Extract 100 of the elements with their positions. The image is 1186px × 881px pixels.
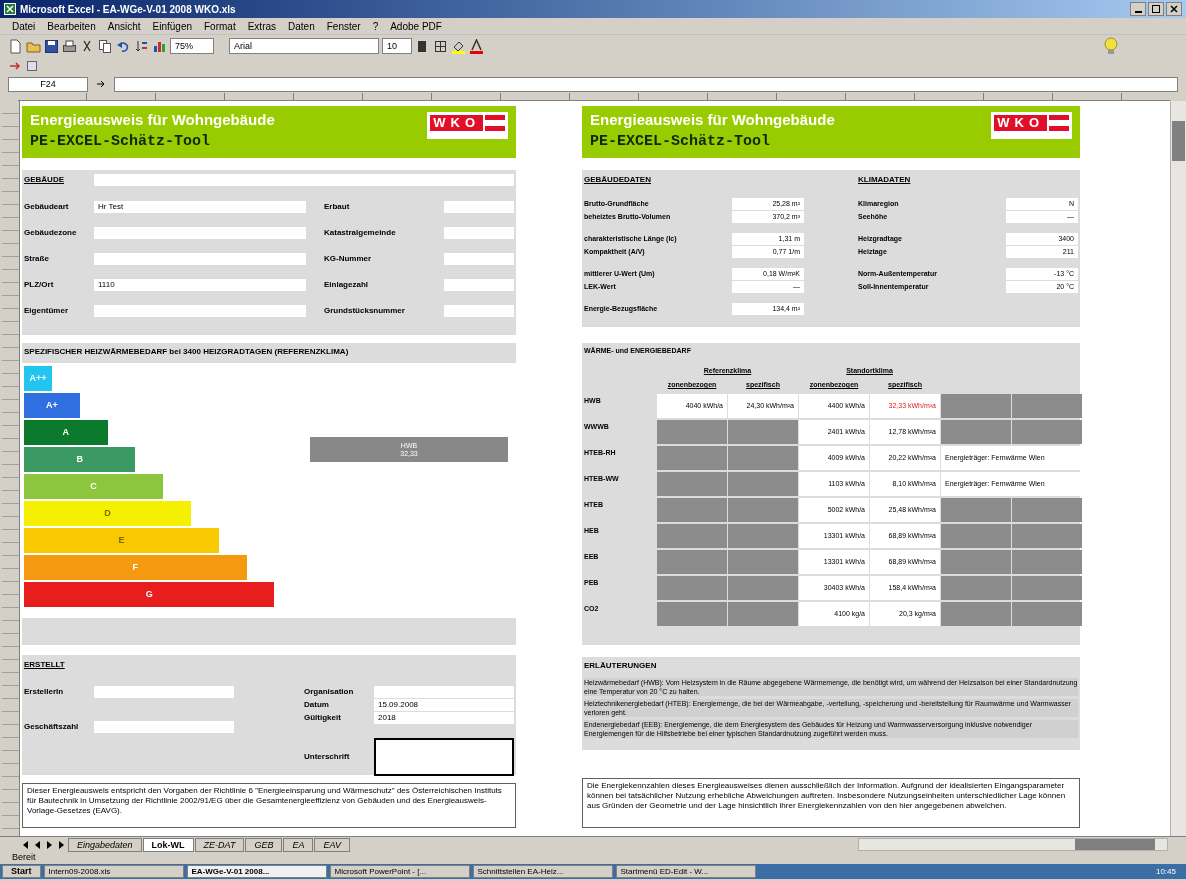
input-field[interactable]: [374, 685, 514, 698]
input-field[interactable]: 15.09.2008: [374, 698, 514, 711]
section-heading: GEBÄUDE: [24, 174, 65, 186]
tool-icon[interactable]: [25, 59, 39, 73]
field-label: Katastralgemeinde: [324, 226, 397, 239]
menu-item[interactable]: Ansicht: [107, 18, 141, 34]
taskbar-button[interactable]: Intern09-2008.xls: [43, 865, 184, 878]
input-field[interactable]: [444, 200, 514, 213]
close-button[interactable]: [1166, 2, 1182, 16]
sort-icon[interactable]: [134, 38, 149, 54]
field-label: Erbaut: [324, 200, 351, 213]
logo: WKO: [427, 112, 508, 139]
field-label: KG-Nummer: [324, 252, 373, 265]
field-label: Gebäudeart: [24, 200, 70, 213]
font-color-icon[interactable]: [469, 38, 484, 54]
menu-item[interactable]: Bearbeiten: [47, 18, 96, 34]
input-field[interactable]: [94, 226, 306, 239]
energy-class-bar: G: [24, 582, 275, 607]
energy-class-bar: A+: [24, 393, 80, 418]
sheet-tab[interactable]: EAV: [314, 837, 350, 852]
taskbar-button[interactable]: EA-WGe-V-01 2008...: [186, 865, 327, 878]
input-field[interactable]: Hr Test: [94, 200, 306, 213]
field-label: Gebäudezone: [24, 226, 78, 239]
field-label: ErstellerIn: [24, 685, 65, 698]
formula-field[interactable]: [114, 76, 1178, 92]
input-field[interactable]: [444, 304, 514, 317]
function-arrow-icon: [96, 79, 106, 89]
section-heading: ERLÄUTERUNGEN: [584, 660, 658, 672]
sheet-tab[interactable]: GEB: [245, 837, 283, 852]
name-box[interactable]: F24: [8, 76, 88, 92]
start-button[interactable]: Start: [2, 865, 41, 878]
field-label: Gültigkeit: [304, 711, 342, 724]
menu-item[interactable]: ?: [372, 18, 379, 34]
borders-icon[interactable]: [433, 38, 448, 54]
section-heading: SPEZIFISCHER HEIZWÄRMEBEDARF bei 3400 HEIZGRADTAGEN (REFERENZKLIMA): [23, 346, 350, 358]
energy-class-bar: F: [24, 555, 247, 580]
energy-class-bar: A: [24, 420, 108, 445]
font-size-field[interactable]: 10: [382, 38, 412, 54]
menu-item[interactable]: Format: [204, 18, 236, 34]
footnote-text: Dieser Energieausweis entspricht den Vorgaben der Richtlinie 6 "Energieeinsparung und Wärmeschutz" des Österreichischen Instituts für Bautechnik in Umsetzung der Richtlinie 2002/91/EG über die Gesamtenergieeffizienz von Gebäuden und des Energieausweis-Vorlage-Gesetzes (EAVG).: [22, 783, 516, 828]
sheet-tab[interactable]: EA: [283, 837, 314, 852]
sheet-tab[interactable]: Lok-WL: [142, 837, 194, 852]
footnote-text: Die Energiekennzahlen dieses Energieausweises dienen ausschließlich der Information. Aufgrund der idealisierten Eingangsparameter können bei tatsächlicher Nutzung erhebliche Abweichungen auftreten. Insbesondere Nutzungseinheiten unterschiedlicher Lage können aus Gründen der Geometrie und der Lage hinsichtlich ihrer Energiekennzahlen von den hier angegebenen abweichen.: [582, 778, 1080, 828]
logo: WKO: [991, 112, 1072, 139]
zoom-field[interactable]: 75%: [170, 38, 214, 54]
input-field[interactable]: 2018: [374, 711, 514, 724]
section-heading: GEBÄUDEDATEN: [584, 174, 652, 186]
print-icon[interactable]: [62, 38, 77, 54]
scroll-thumb[interactable]: [1075, 839, 1155, 850]
menu-item[interactable]: Datei: [12, 18, 36, 34]
input-field[interactable]: [444, 278, 514, 291]
maximize-button[interactable]: [1148, 2, 1164, 16]
input-field[interactable]: 1110: [94, 278, 306, 291]
energy-class-bar: A++: [24, 366, 52, 391]
excel-icon: [4, 3, 16, 15]
field-label: Organisation: [304, 685, 355, 698]
input-field[interactable]: [94, 252, 306, 265]
field-label: Datum: [304, 698, 330, 711]
field-label: Grundstücksnummer: [324, 304, 406, 317]
field-label: Straße: [24, 252, 50, 265]
taskbar-button[interactable]: Startmenü ED-Edit - W...: [615, 865, 756, 878]
maximize-icon: [1150, 3, 1162, 15]
header-subtitle: PE-EXCEL-Schätz-Tool: [30, 134, 212, 150]
status-text: Bereit: [12, 851, 36, 865]
sheet-tab[interactable]: Eingabedaten: [68, 837, 142, 852]
signature-box[interactable]: [374, 738, 514, 776]
horizontal-scrollbar[interactable]: [858, 838, 1168, 851]
menu-item[interactable]: Adobe PDF: [390, 18, 442, 34]
taskbar-button[interactable]: Microsoft PowerPoint - [...: [329, 865, 470, 878]
menu-item[interactable]: Extras: [247, 18, 277, 34]
clock: 10:45: [1154, 865, 1177, 878]
energy-class-bar: C: [24, 474, 164, 499]
input-field[interactable]: [94, 174, 514, 186]
menu-item[interactable]: Fenster: [326, 18, 361, 34]
input-field[interactable]: [444, 252, 514, 265]
energy-class-bar: D: [24, 501, 191, 526]
input-field[interactable]: [94, 304, 306, 317]
field-label: Einlagezahl: [324, 278, 369, 291]
sheet-tab[interactable]: ZE-DAT: [194, 837, 245, 852]
taskbar-button[interactable]: Schnittstellen EA-Heiz...: [472, 865, 613, 878]
copy-icon[interactable]: [98, 38, 113, 54]
section-heading: KLIMADATEN: [858, 174, 912, 186]
minimize-button[interactable]: [1130, 2, 1146, 16]
minimize-icon: [1134, 11, 1142, 13]
header-title: Energieausweis für Wohngebäude: [590, 112, 835, 128]
scroll-thumb[interactable]: [1172, 121, 1185, 161]
input-field[interactable]: [94, 720, 234, 733]
vertical-scrollbar[interactable]: [1170, 101, 1186, 836]
header-title: Energieausweis für Wohngebäude: [30, 112, 275, 128]
save-icon[interactable]: [44, 38, 59, 54]
font-field[interactable]: Arial: [229, 38, 379, 54]
input-field[interactable]: [444, 226, 514, 239]
field-label: PLZ/Ort: [24, 278, 55, 291]
input-field[interactable]: [94, 685, 234, 698]
field-label: Eigentümer: [24, 304, 69, 317]
menu-item[interactable]: Daten: [288, 18, 315, 34]
new-document-icon[interactable]: [8, 38, 23, 54]
energy-class-bar: B: [24, 447, 136, 472]
field-label: Geschäftszahl: [24, 720, 80, 733]
menu-item[interactable]: Einfügen: [152, 18, 192, 34]
